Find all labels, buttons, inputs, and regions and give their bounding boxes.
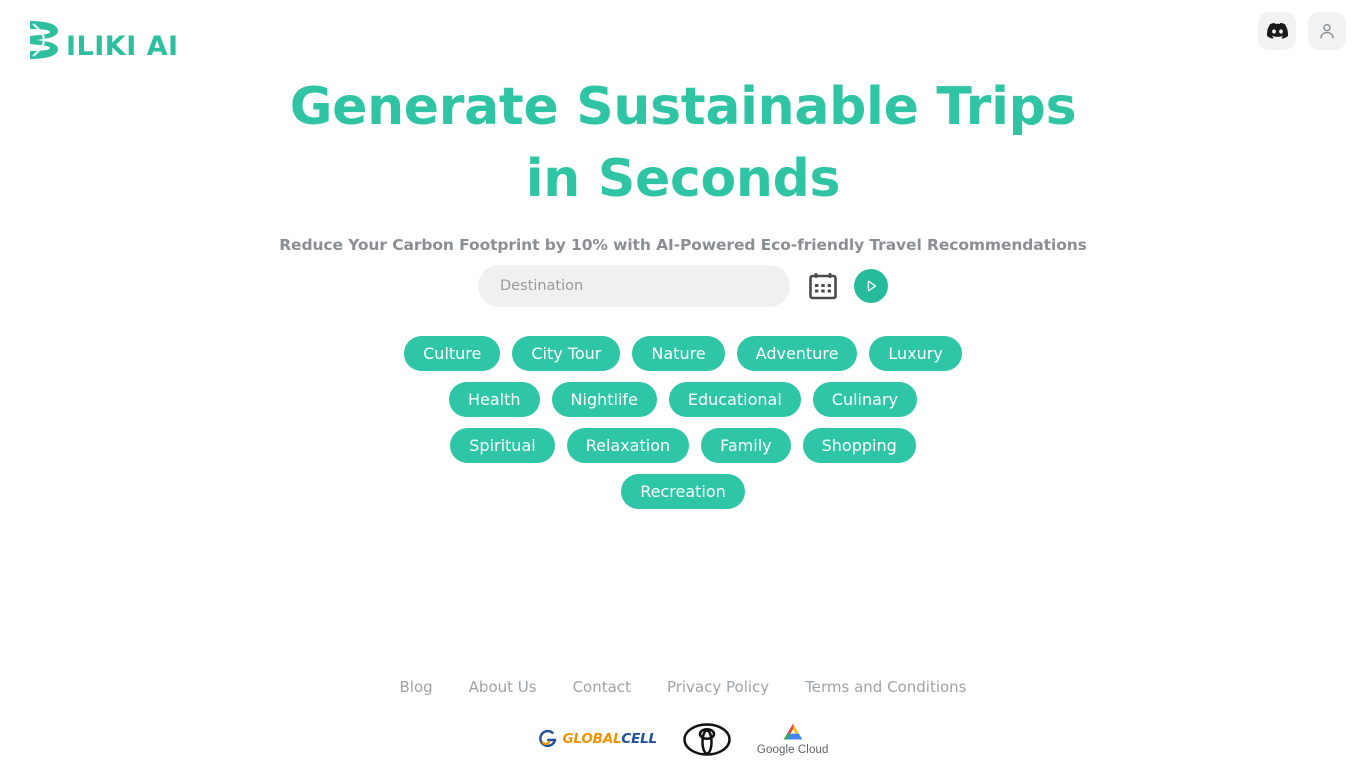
tag-health[interactable]: Health xyxy=(448,382,540,417)
tag-row: Recreation xyxy=(0,474,1366,509)
account-button[interactable] xyxy=(1308,12,1346,50)
google-cloud-logo: Google Cloud xyxy=(757,722,829,756)
tag-adventure[interactable]: Adventure xyxy=(736,336,858,371)
toyota-logo xyxy=(683,722,731,756)
tag-culture[interactable]: Culture xyxy=(404,336,501,371)
tag-row: Culture City Tour Nature Adventure Luxur… xyxy=(0,336,1366,371)
footer-links: Blog About Us Contact Privacy Policy Ter… xyxy=(0,678,1366,696)
page-title: Generate Sustainable Trips in Seconds xyxy=(0,72,1366,216)
page-subtitle: Reduce Your Carbon Footprint by 10% with… xyxy=(279,235,1087,254)
site-header: ILIKI AI xyxy=(0,0,1366,80)
google-cloud-mark-icon xyxy=(783,723,803,740)
tag-family[interactable]: Family xyxy=(701,428,791,463)
tag-culinary[interactable]: Culinary xyxy=(812,382,917,417)
tag-city-tour[interactable]: City Tour xyxy=(512,336,621,371)
discord-button[interactable] xyxy=(1258,12,1296,50)
tag-shopping[interactable]: Shopping xyxy=(802,428,916,463)
generate-button[interactable] xyxy=(854,269,888,303)
search-bar xyxy=(0,265,1366,307)
brand-logo[interactable]: ILIKI AI xyxy=(24,16,179,64)
tag-educational[interactable]: Educational xyxy=(668,382,801,417)
discord-icon xyxy=(1266,23,1288,39)
tag-nature[interactable]: Nature xyxy=(632,336,725,371)
partner-logos: GLOBALCELL Google Cloud xyxy=(0,722,1366,756)
destination-input[interactable] xyxy=(478,265,790,307)
toyota-icon xyxy=(683,722,731,756)
header-actions xyxy=(1258,12,1346,50)
tag-relaxation[interactable]: Relaxation xyxy=(566,428,690,463)
calendar-button[interactable] xyxy=(806,269,840,303)
footer-link-about-us[interactable]: About Us xyxy=(469,678,537,696)
globalcell-text-2: CELL xyxy=(621,731,657,747)
b-ribbon-logo-icon xyxy=(30,21,58,59)
page-title-line-1: Generate Sustainable Trips xyxy=(289,77,1077,137)
tag-row: Spiritual Relaxation Family Shopping xyxy=(0,428,1366,463)
google-cloud-text: Google Cloud xyxy=(756,744,829,756)
footer-link-blog[interactable]: Blog xyxy=(399,678,432,696)
tag-nightlife[interactable]: Nightlife xyxy=(551,382,657,417)
hero-section: Generate Sustainable Trips in Seconds Re… xyxy=(0,72,1366,254)
tag-recreation[interactable]: Recreation xyxy=(621,474,745,509)
globalcell-logo: GLOBALCELL xyxy=(538,729,657,749)
tag-luxury[interactable]: Luxury xyxy=(869,336,962,371)
footer-link-terms-and-conditions[interactable]: Terms and Conditions xyxy=(805,678,966,696)
brand-name: ILIKI AI xyxy=(66,30,179,62)
tag-spiritual[interactable]: Spiritual xyxy=(450,428,555,463)
tag-row: Health Nightlife Educational Culinary xyxy=(0,382,1366,417)
globalcell-text-1: GLOBAL xyxy=(562,731,622,747)
user-icon xyxy=(1320,23,1334,39)
footer-link-privacy-policy[interactable]: Privacy Policy xyxy=(667,678,769,696)
page-title-line-2: in Seconds xyxy=(525,148,841,209)
category-tags: Culture City Tour Nature Adventure Luxur… xyxy=(0,336,1366,520)
calendar-icon xyxy=(809,273,837,300)
footer-link-contact[interactable]: Contact xyxy=(573,678,631,696)
play-icon xyxy=(867,280,877,292)
globalcell-mark-icon xyxy=(538,729,557,748)
